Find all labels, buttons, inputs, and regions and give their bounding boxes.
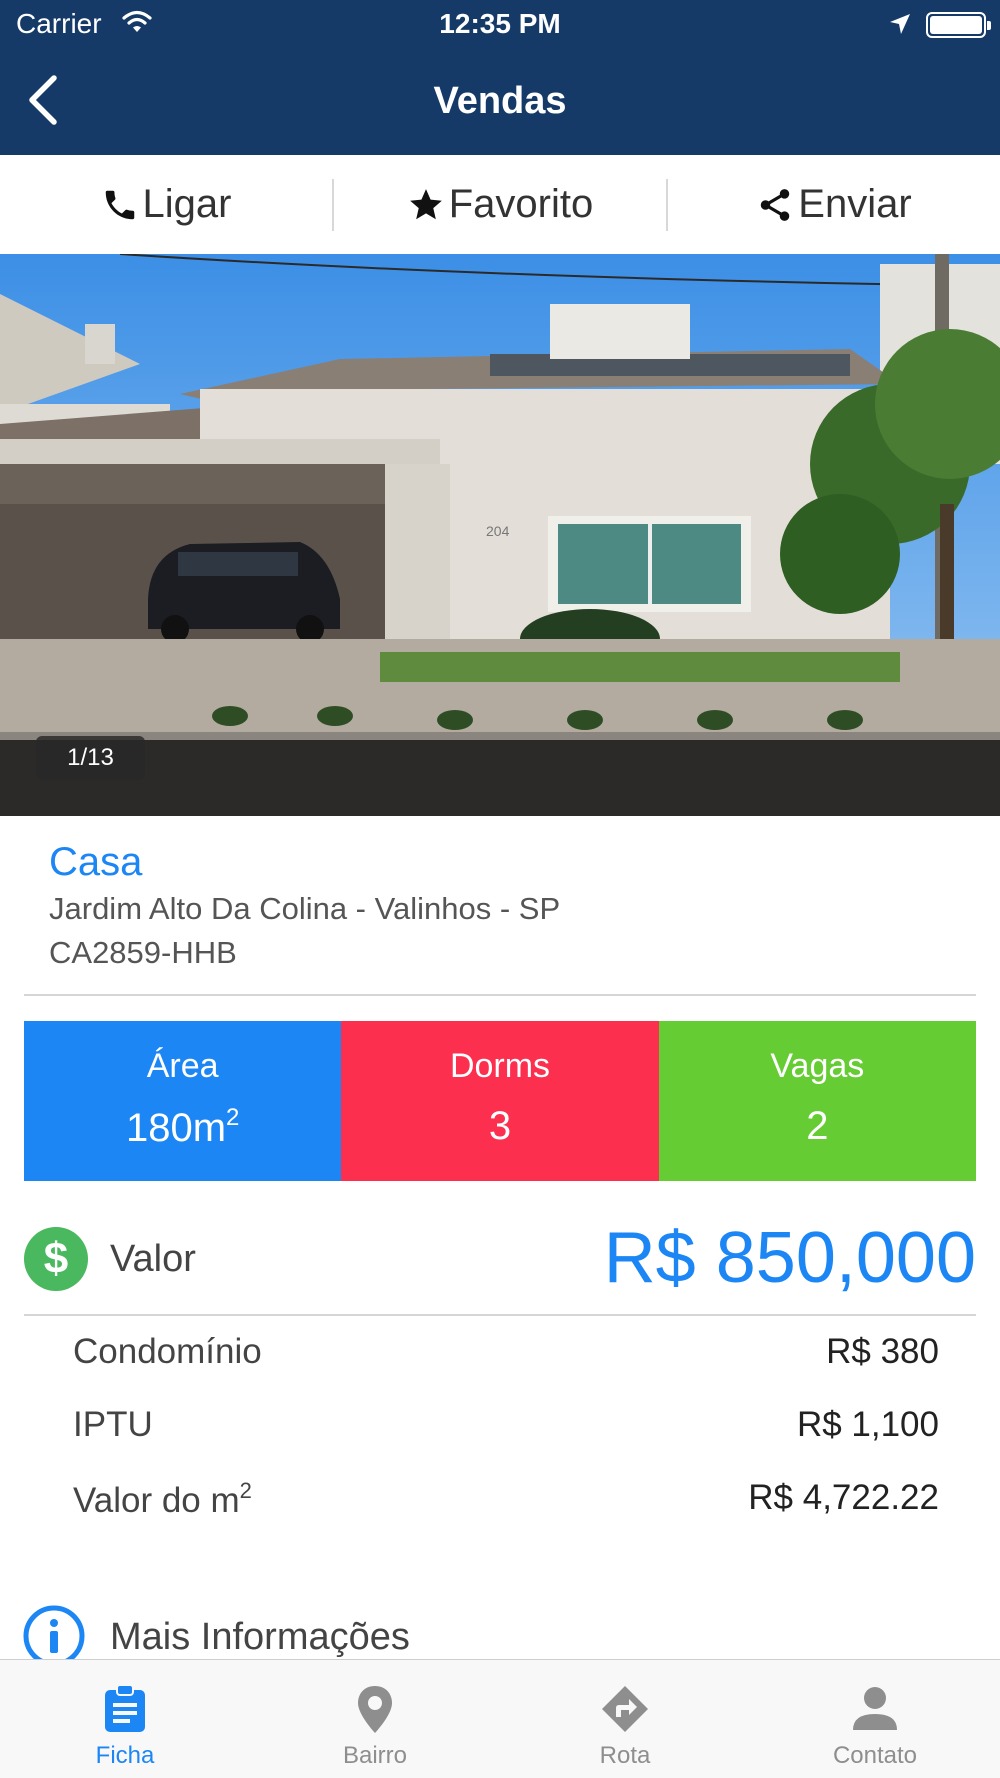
favorite-button[interactable]: Favorito [334,155,666,254]
tab-contato[interactable]: Contato [750,1660,1000,1778]
stats-tiles: Área 180m2 Dorms 3 Vagas 2 [24,1021,976,1181]
phone-icon [105,190,134,219]
action-bar: Ligar Favorito Enviar [0,155,1000,254]
vagas-tile: Vagas 2 [658,1021,976,1181]
area-label: Área [146,1047,219,1085]
clipboard-icon [105,1684,145,1732]
battery-icon [926,12,991,38]
price-label: Valor [110,1238,196,1280]
divider [24,994,976,996]
vagas-label: Vagas [770,1047,865,1085]
price-value: R$ 850,000 [603,1218,976,1298]
property-photo[interactable]: 204 [0,254,1000,816]
share-label: Enviar [798,182,912,226]
tab-rota[interactable]: Rota [500,1660,750,1778]
tab-label: Rota [599,1742,651,1769]
navigation-bar: Carrier 12:35 PM Vendas [0,0,1000,155]
more-info-label: Mais Informações [110,1616,410,1658]
person-icon [853,1687,897,1730]
condominio-value: R$ 380 [826,1332,939,1371]
svg-text:204: 204 [486,523,510,539]
dorms-tile: Dorms 3 [341,1021,659,1181]
share-icon [761,188,790,221]
property-address: Jardim Alto Da Colina - Valinhos - SP [49,891,561,926]
price-row: $ Valor R$ 850,000 [24,1218,976,1298]
area-value: 180m2 [125,1104,240,1150]
tab-label: Contato [832,1742,918,1769]
call-label: Ligar [142,182,232,226]
page-title: Vendas [433,80,567,122]
photo-counter: 1/13 [36,736,145,780]
tab-label: Ficha [95,1742,155,1769]
condominio-row: Condomínio R$ 380 [73,1332,939,1382]
dollar-icon: $ [24,1227,88,1291]
price-per-m2-row: Valor do m2 R$ 4,722.22 [73,1478,939,1528]
tab-bar: Ficha Bairro Rota Contato [0,1659,1000,1778]
iptu-row: IPTU R$ 1,100 [73,1405,939,1455]
tab-ficha[interactable]: Ficha [0,1660,250,1778]
star-icon [409,188,442,219]
clock: 12:35 PM [439,8,561,39]
tab-bairro[interactable]: Bairro [250,1660,500,1778]
vagas-value: 2 [806,1104,829,1148]
share-button[interactable]: Enviar [668,155,1000,254]
call-button[interactable]: Ligar [0,155,332,254]
iptu-value: R$ 1,100 [796,1405,939,1444]
price-per-m2-value: R$ 4,722.22 [748,1478,939,1517]
tab-label: Bairro [342,1742,408,1769]
condominio-label: Condomínio [73,1332,262,1371]
property-code: CA2859-HHB [49,935,237,970]
favorite-label: Favorito [448,182,594,226]
area-tile: Área 180m2 [24,1021,342,1181]
listing-header: Casa Jardim Alto Da Colina - Valinhos - … [49,840,949,971]
property-type: Casa [49,840,143,884]
iptu-label: IPTU [73,1405,153,1444]
location-arrow-icon [888,12,912,41]
divider [24,1314,976,1316]
dorms-value: 3 [488,1104,512,1148]
directions-icon [602,1686,648,1732]
status-bar: Carrier 12:35 PM [0,0,1000,50]
dorms-label: Dorms [449,1047,551,1085]
map-pin-icon [358,1686,392,1733]
price-per-m2-label: Valor do m2 [73,1478,252,1520]
